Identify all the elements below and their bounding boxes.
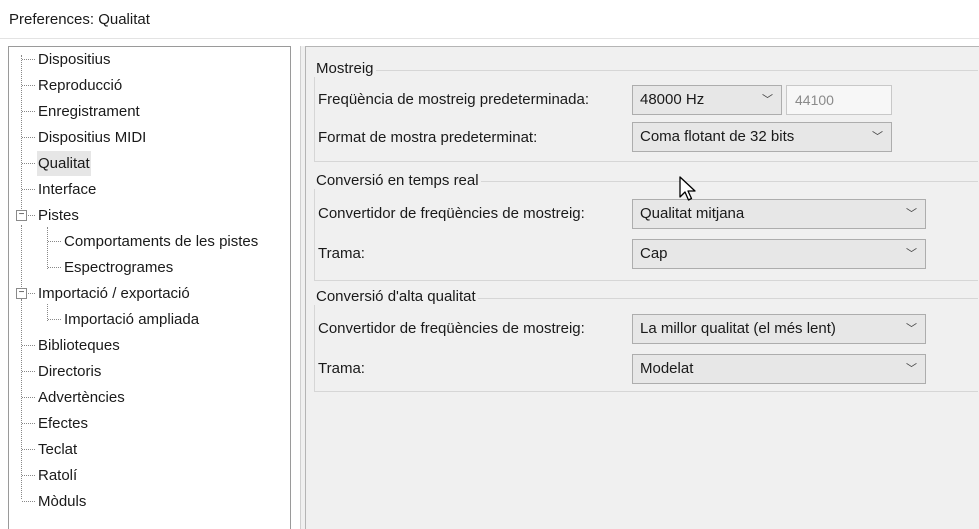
chevron-down-icon: ﹀ bbox=[906, 323, 917, 335]
highquality-converter-label: Convertidor de freqüències de mostreig: bbox=[318, 320, 585, 337]
sample-format-label: Format de mostra predeterminat: bbox=[318, 129, 538, 146]
realtime-dither-value: Cap bbox=[640, 245, 668, 262]
tree-item-pistes[interactable]: − Pistes bbox=[9, 203, 290, 228]
tree-item-label: Reproducció bbox=[38, 77, 123, 94]
chevron-down-icon: ﹀ bbox=[872, 131, 883, 143]
realtime-dither-label: Trama: bbox=[318, 245, 365, 262]
tree-connector bbox=[22, 137, 35, 138]
tree-connector bbox=[22, 189, 35, 190]
tree-item-label: Advertències bbox=[38, 389, 125, 406]
realtime-dither-dropdown[interactable]: Cap ﹀ bbox=[632, 239, 926, 269]
tree-item-reproduccio[interactable]: Reproducció bbox=[9, 73, 290, 98]
sampling-group-title: Mostreig bbox=[314, 60, 376, 77]
tree-item-advertencies[interactable]: Advertències bbox=[9, 385, 290, 410]
tree-item-comportaments[interactable]: Comportaments de les pistes bbox=[9, 229, 290, 254]
tree-item-label: Importació / exportació bbox=[38, 285, 190, 302]
tree-item-dispositius-midi[interactable]: Dispositius MIDI bbox=[9, 125, 290, 150]
sample-format-dropdown[interactable]: Coma flotant de 32 bits ﹀ bbox=[632, 122, 892, 152]
tree-item-label: Biblioteques bbox=[38, 337, 120, 354]
tree-connector bbox=[48, 267, 61, 268]
tree-connector bbox=[22, 371, 35, 372]
chevron-down-icon: ﹀ bbox=[906, 363, 917, 375]
tree-item-importacio-ampliada[interactable]: Importació ampliada bbox=[9, 307, 290, 332]
realtime-converter-label: Convertidor de freqüències de mostreig: bbox=[318, 205, 585, 222]
tree-item-label: Interface bbox=[38, 181, 97, 198]
tree-item-importacio-exportacio[interactable]: − Importació / exportació bbox=[9, 281, 290, 306]
realtime-converter-value: Qualitat mitjana bbox=[640, 205, 745, 222]
window-title: Preferences: Qualitat bbox=[9, 11, 150, 28]
chevron-down-icon: ﹀ bbox=[906, 208, 917, 220]
sample-rate-custom-input[interactable]: 44100 bbox=[786, 85, 892, 115]
realtime-converter-dropdown[interactable]: Qualitat mitjana ﹀ bbox=[632, 199, 926, 229]
tree-connector bbox=[28, 293, 35, 294]
tree-item-directoris[interactable]: Directoris bbox=[9, 359, 290, 384]
tree-item-label: Mòduls bbox=[38, 493, 87, 510]
tree-item-label: Enregistrament bbox=[38, 103, 140, 120]
tree-connector bbox=[22, 423, 35, 424]
tree-connector bbox=[22, 163, 35, 164]
tree-item-label: Directoris bbox=[38, 363, 102, 380]
tree-connector bbox=[22, 475, 35, 476]
tree-item-label: Importació ampliada bbox=[64, 311, 200, 328]
collapse-icon[interactable]: − bbox=[16, 288, 27, 299]
tree-item-qualitat[interactable]: Qualitat bbox=[9, 151, 290, 176]
tree-connector bbox=[28, 215, 35, 216]
preferences-tree[interactable]: Dispositius Reproducció Enregistrament D… bbox=[8, 46, 291, 529]
tree-item-teclat[interactable]: Teclat bbox=[9, 437, 290, 462]
tree-connector bbox=[22, 85, 35, 86]
tree-item-ratoli[interactable]: Ratolí bbox=[9, 463, 290, 488]
tree-connector bbox=[48, 319, 61, 320]
tree-connector bbox=[22, 111, 35, 112]
tree-item-label: Teclat bbox=[38, 441, 78, 458]
tree-item-label: Pistes bbox=[38, 207, 79, 224]
sample-rate-dropdown[interactable]: 48000 Hz ﹀ bbox=[632, 85, 782, 115]
highquality-dither-value: Modelat bbox=[640, 360, 694, 377]
tree-item-biblioteques[interactable]: Biblioteques bbox=[9, 333, 290, 358]
tree-item-label: Efectes bbox=[38, 415, 89, 432]
tree-item-label: Qualitat bbox=[37, 151, 91, 176]
title-bar: Preferences: Qualitat bbox=[0, 0, 979, 39]
tree-connector bbox=[22, 59, 35, 60]
tree-connector bbox=[22, 501, 35, 502]
highquality-converter-value: La millor qualitat (el més lent) bbox=[640, 320, 836, 337]
tree-item-interface[interactable]: Interface bbox=[9, 177, 290, 202]
tree-item-label: Dispositius bbox=[38, 51, 111, 68]
tree-item-efectes[interactable]: Efectes bbox=[9, 411, 290, 436]
highquality-group-title: Conversió d'alta qualitat bbox=[314, 288, 478, 305]
settings-panel: Mostreig Freqüència de mostreig predeter… bbox=[305, 46, 979, 529]
tree-item-enregistrament[interactable]: Enregistrament bbox=[9, 99, 290, 124]
highquality-dither-dropdown[interactable]: Modelat ﹀ bbox=[632, 354, 926, 384]
highquality-converter-dropdown[interactable]: La millor qualitat (el més lent) ﹀ bbox=[632, 314, 926, 344]
tree-item-dispositius[interactable]: Dispositius bbox=[9, 47, 290, 72]
tree-item-label: Ratolí bbox=[38, 467, 78, 484]
tree-item-label: Dispositius MIDI bbox=[38, 129, 147, 146]
sample-rate-value: 48000 Hz bbox=[640, 91, 705, 108]
highquality-dither-label: Trama: bbox=[318, 360, 365, 377]
collapse-icon[interactable]: − bbox=[16, 210, 27, 221]
mouse-pointer-icon bbox=[679, 176, 696, 201]
tree-item-label: Comportaments de les pistes bbox=[64, 233, 259, 250]
tree-item-label: Espectrogrames bbox=[64, 259, 174, 276]
tree-connector bbox=[48, 241, 61, 242]
tree-item-espectrogrames[interactable]: Espectrogrames bbox=[9, 255, 290, 280]
tree-item-moduls[interactable]: Mòduls bbox=[9, 489, 290, 514]
tree-connector bbox=[22, 397, 35, 398]
sample-rate-label: Freqüència de mostreig predeterminada: bbox=[318, 91, 589, 108]
tree-connector bbox=[22, 345, 35, 346]
sample-format-value: Coma flotant de 32 bits bbox=[640, 128, 795, 145]
tree-connector bbox=[22, 449, 35, 450]
chevron-down-icon: ﹀ bbox=[762, 94, 773, 106]
sample-rate-custom-value: 44100 bbox=[795, 92, 834, 108]
realtime-group-title: Conversió en temps real bbox=[314, 172, 481, 189]
chevron-down-icon: ﹀ bbox=[906, 248, 917, 260]
